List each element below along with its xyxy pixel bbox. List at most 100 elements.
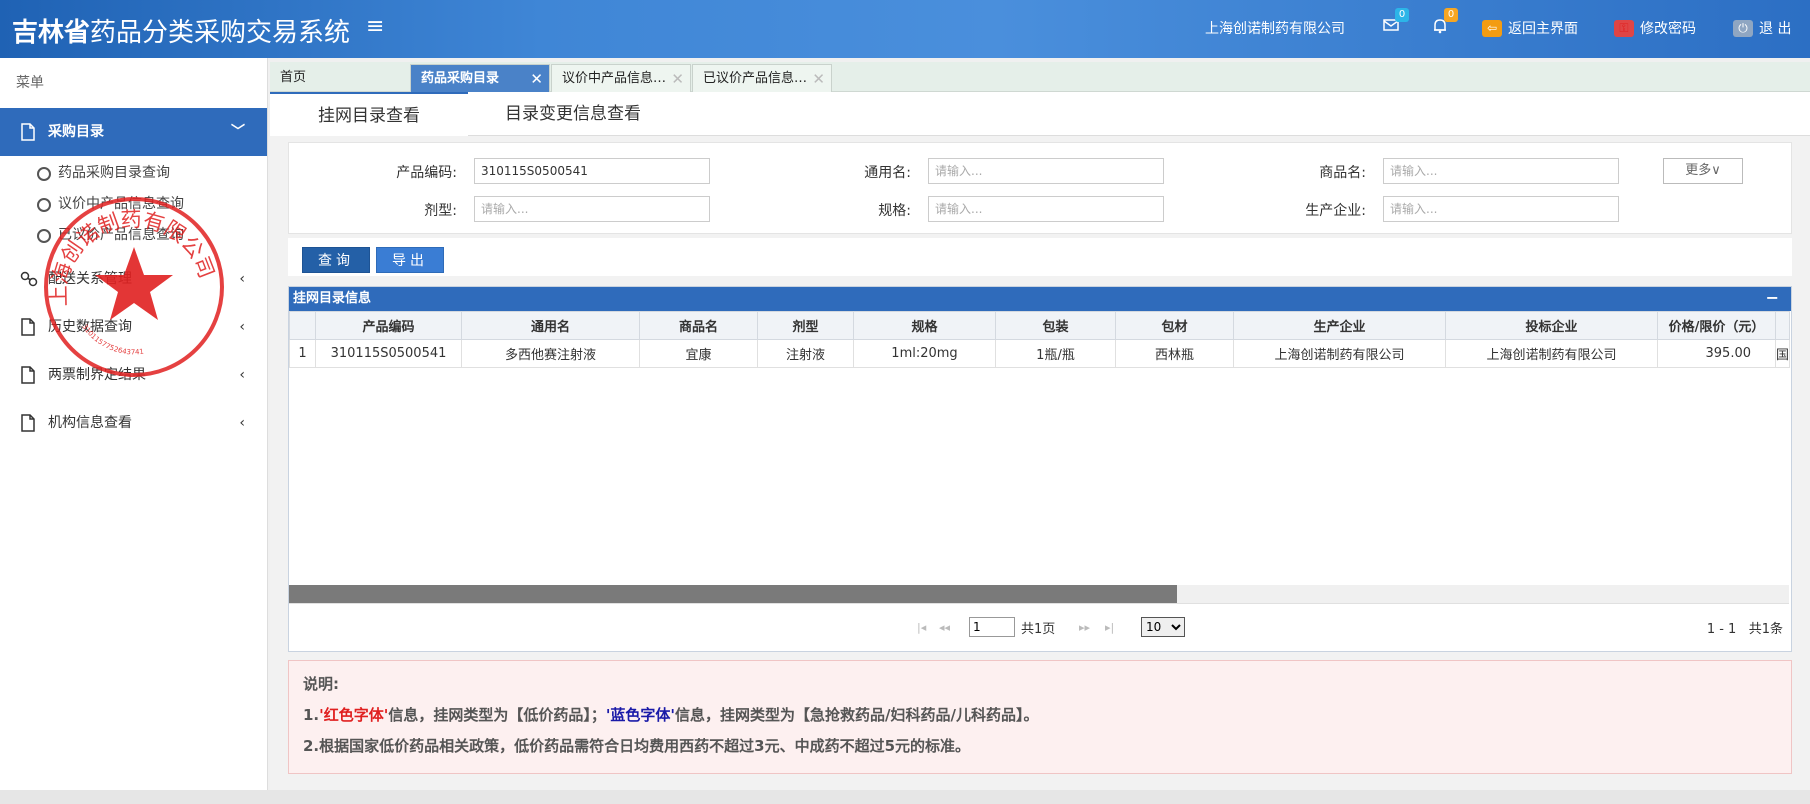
notice-count-badge: 0	[1444, 8, 1458, 22]
prev-page-icon[interactable]: ◂◂	[939, 621, 950, 634]
sidebar-item-history[interactable]: 历史数据查询 ‹	[0, 303, 267, 351]
grid-title-label: 挂网目录信息	[293, 291, 372, 306]
search-form: 产品编码: 通用名: 商品名: 更多∨ 剂型: 规格: 生产企业:	[288, 142, 1792, 234]
spec-input[interactable]	[928, 196, 1164, 222]
close-icon[interactable]: ✕	[530, 65, 543, 93]
sidebar-subitem-catalog-query[interactable]: 药品采购目录查询	[0, 158, 267, 189]
column-header-generic-name[interactable]: 通用名	[461, 311, 640, 340]
app-title: 吉林省药品分类采购交易系统	[12, 12, 350, 49]
table-row[interactable]: 1 310115S0500541 多西他赛注射液 宜康 注射液 1ml:20mg…	[289, 339, 1790, 368]
column-header-product-code[interactable]: 产品编码	[315, 311, 462, 340]
sidebar-subitem-label: 议价中产品信息查询	[58, 196, 184, 212]
collapse-icon[interactable]: −	[1766, 287, 1779, 310]
sidebar-subitem-label: 已议价产品信息查询	[58, 227, 184, 243]
grid-title: 挂网目录信息 −	[289, 287, 1791, 311]
notes-line-1-prefix: 1.	[303, 706, 320, 724]
subtab-catalog-view[interactable]: 挂网目录查看	[270, 92, 468, 136]
circle-icon	[37, 229, 51, 243]
column-header-extra	[1775, 311, 1790, 340]
company-name: 上海创诺制药有限公司	[1205, 18, 1345, 38]
circle-icon	[37, 198, 51, 212]
manufacturer-input[interactable]	[1383, 196, 1619, 222]
tab-negotiated[interactable]: 已议价产品信息… ✕	[692, 64, 832, 92]
sidebar-item-distribution[interactable]: 配送关系管理 ‹	[0, 255, 267, 303]
sidebar-item-label: 机构信息查看	[48, 415, 132, 431]
app-title-system: 药品分类采购交易系统	[90, 18, 351, 48]
trade-name-input[interactable]	[1383, 158, 1619, 184]
scrollbar-thumb[interactable]	[289, 585, 1177, 603]
cell-dosage-form: 注射液	[757, 339, 854, 368]
subtab-label: 目录变更信息查看	[505, 104, 641, 124]
generic-name-label: 通用名:	[864, 165, 911, 181]
return-main-button[interactable]: ⇦ 返回主界面	[1482, 18, 1578, 38]
notes-line-2: 2.根据国家低价药品相关政策，低价药品需符合日均费用西药不超过3元、中成药不超过…	[303, 737, 971, 755]
bottom-strip	[0, 790, 1810, 804]
tab-home[interactable]: 首页	[270, 64, 410, 92]
tab-label: 议价中产品信息…	[562, 71, 667, 86]
more-filters-button[interactable]: 更多∨	[1663, 158, 1743, 184]
column-header-manufacturer[interactable]: 生产企业	[1233, 311, 1446, 340]
close-icon[interactable]: ✕	[671, 65, 684, 93]
power-icon: ⏻	[1733, 19, 1753, 37]
key-icon: ⚿	[1614, 19, 1634, 37]
tab-purchase-catalog[interactable]: 药品采购目录 ✕	[410, 64, 550, 92]
dosage-form-input[interactable]	[474, 196, 710, 222]
red-font-label: '红色字体'	[319, 706, 389, 724]
sidebar-subitem-negotiated-query[interactable]: 已议价产品信息查询	[0, 220, 267, 251]
column-header-material[interactable]: 包材	[1115, 311, 1234, 340]
first-page-icon[interactable]: |◂	[917, 621, 926, 634]
tab-label: 首页	[280, 70, 307, 85]
subtab-label: 挂网目录查看	[318, 106, 420, 126]
return-main-label: 返回主界面	[1508, 21, 1578, 37]
close-icon[interactable]: ✕	[812, 65, 825, 93]
query-button[interactable]: 查询	[302, 247, 370, 273]
sidebar-item-purchase-catalog[interactable]: 采购目录 ﹀	[0, 108, 267, 156]
column-header-bidder[interactable]: 投标企业	[1445, 311, 1658, 340]
page-size-select[interactable]: 10	[1141, 617, 1185, 637]
next-page-icon[interactable]: ▸▸	[1079, 621, 1090, 634]
product-code-input[interactable]	[474, 158, 710, 184]
dosage-form-label: 剂型:	[424, 203, 457, 219]
chevron-left-icon: ‹	[239, 319, 245, 335]
column-header-dosage-form[interactable]: 剂型	[757, 311, 854, 340]
tab-negotiating[interactable]: 议价中产品信息… ✕	[551, 64, 691, 92]
bell-icon: 0	[1432, 8, 1458, 38]
return-icon: ⇦	[1482, 19, 1502, 37]
subtab-change-view[interactable]: 目录变更信息查看	[468, 92, 678, 136]
column-header-spec[interactable]: 规格	[853, 311, 996, 340]
pagination: |◂ ◂◂ 共1页 ▸▸ ▸| 10 1 - 1 共1条	[289, 603, 1789, 651]
cell-bidder: 上海创诺制药有限公司	[1445, 339, 1658, 368]
mail-icon: 0	[1383, 8, 1409, 36]
column-header-price[interactable]: 价格/限价（元）	[1657, 311, 1776, 340]
column-header-package[interactable]: 包装	[995, 311, 1116, 340]
cell-index: 1	[289, 339, 316, 368]
column-header-trade-name[interactable]: 商品名	[639, 311, 758, 340]
logout-button[interactable]: ⏻ 退 出	[1733, 18, 1791, 38]
notice-button[interactable]: 0	[1432, 8, 1458, 38]
sidebar: 菜单 采购目录 ﹀ 药品采购目录查询 议价中产品信息查询 已议价产品信息查询 配…	[0, 58, 268, 804]
page-number-input[interactable]	[969, 617, 1015, 637]
sidebar-subitem-negotiating-query[interactable]: 议价中产品信息查询	[0, 189, 267, 220]
menu-toggle-icon[interactable]: ≡	[366, 14, 384, 39]
last-page-icon[interactable]: ▸|	[1105, 621, 1114, 634]
generic-name-input[interactable]	[928, 158, 1164, 184]
notes-title: 说明:	[303, 675, 339, 693]
column-header-index	[289, 311, 316, 340]
change-password-button[interactable]: ⚿ 修改密码	[1614, 18, 1696, 38]
export-button[interactable]: 导出	[376, 247, 444, 273]
sidebar-item-label: 两票制界定结果	[48, 367, 146, 383]
notes-line-1: 1.'红色字体'信息，挂网类型为【低价药品】；'蓝色字体'信息，挂网类型为【急抢…	[303, 704, 1777, 725]
chevron-down-icon: ﹀	[231, 124, 245, 140]
mail-button[interactable]: 0	[1383, 8, 1409, 36]
chevron-left-icon: ‹	[239, 415, 245, 431]
document-icon	[20, 399, 38, 447]
cell-material: 西林瓶	[1115, 339, 1234, 368]
sub-tab-bar: 挂网目录查看 目录变更信息查看	[270, 92, 1810, 136]
horizontal-scrollbar[interactable]	[289, 585, 1789, 603]
sidebar-item-institution[interactable]: 机构信息查看 ‹	[0, 399, 267, 447]
sidebar-item-two-invoice[interactable]: 两票制界定结果 ‹	[0, 351, 267, 399]
cell-extra: 国	[1775, 339, 1790, 368]
cell-package: 1瓶/瓶	[995, 339, 1116, 368]
change-password-label: 修改密码	[1640, 21, 1696, 37]
top-header: 吉林省药品分类采购交易系统 ≡ 上海创诺制药有限公司 0 0 ⇦ 返回主界面 ⚿…	[0, 0, 1810, 58]
